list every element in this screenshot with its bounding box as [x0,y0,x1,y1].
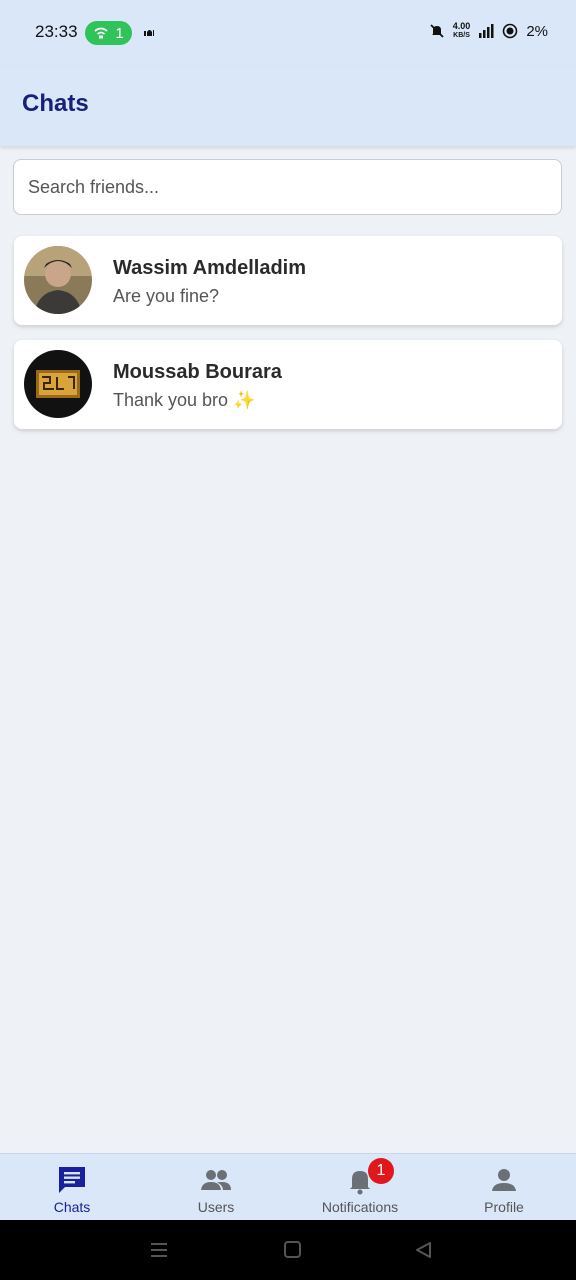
mosque-icon [144,30,154,36]
nav-label: Notifications [321,1199,399,1215]
search-input[interactable] [13,159,562,215]
bottom-nav: Chats Users 1 Notifications Profile [0,1153,576,1220]
nav-item-chats[interactable]: Chats [0,1154,144,1221]
home-icon[interactable] [283,1240,303,1260]
person-icon [492,1169,516,1191]
hotspot-count: 1 [115,24,124,42]
page-title: Chats [22,90,89,117]
status-right: 4.00 KB/S 2% [429,22,548,40]
nav-label: Chats [53,1199,91,1215]
battery-saver-icon [503,23,518,39]
chat-icon [59,1167,85,1193]
chat-last-message: Are you fine? [113,286,220,306]
notification-badge: 1 [368,1158,394,1184]
nav-item-users[interactable]: Users [144,1154,288,1221]
avatar [24,350,92,418]
app-bar: Chats [0,66,576,146]
net-speed: 4.00 KB/S [453,22,471,40]
nav-label: Users [197,1199,235,1215]
system-nav-bar [0,1220,576,1280]
chat-last-message: Thank you bro ✨ [113,390,256,410]
back-icon[interactable] [414,1240,434,1260]
nav-item-profile[interactable]: Profile [432,1154,576,1221]
nav-item-notifications[interactable]: 1 Notifications [288,1154,432,1221]
mute-bell-icon [430,24,444,38]
chat-item[interactable]: Wassim Amdelladim Are you fine? [14,236,562,325]
users-icon [201,1170,231,1190]
avatar [24,246,92,314]
chat-item[interactable]: Moussab Bourara Thank you bro ✨ [14,340,562,429]
net-speed-unit: KB/S [453,32,470,39]
hotspot-pill: 1 [85,21,132,45]
nav-label: Profile [484,1199,524,1215]
battery-level: 2% [526,22,548,40]
recent-apps-icon[interactable] [149,1240,169,1260]
chat-name: Wassim Amdelladim [113,257,307,279]
status-bar: 23:33 1 4.00 KB/S 2% [0,0,576,66]
chat-name: Moussab Bourara [113,361,282,383]
net-speed-value: 4.00 [452,21,471,31]
signal-icon [479,24,494,38]
hotspot-icon [94,27,108,39]
status-time: 23:33 [35,22,78,41]
